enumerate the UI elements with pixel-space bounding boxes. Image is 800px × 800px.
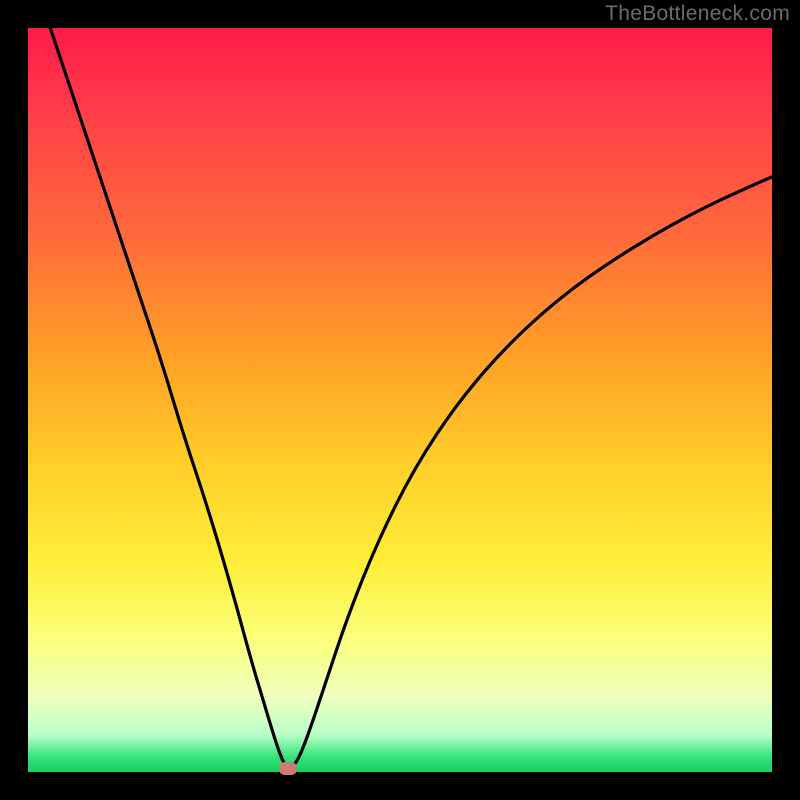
chart-frame: TheBottleneck.com — [0, 0, 800, 800]
curve-svg — [28, 28, 772, 772]
watermark-text: TheBottleneck.com — [605, 2, 790, 26]
plot-area — [28, 28, 772, 772]
minimum-marker — [279, 762, 297, 775]
bottleneck-curve-path — [50, 28, 772, 768]
